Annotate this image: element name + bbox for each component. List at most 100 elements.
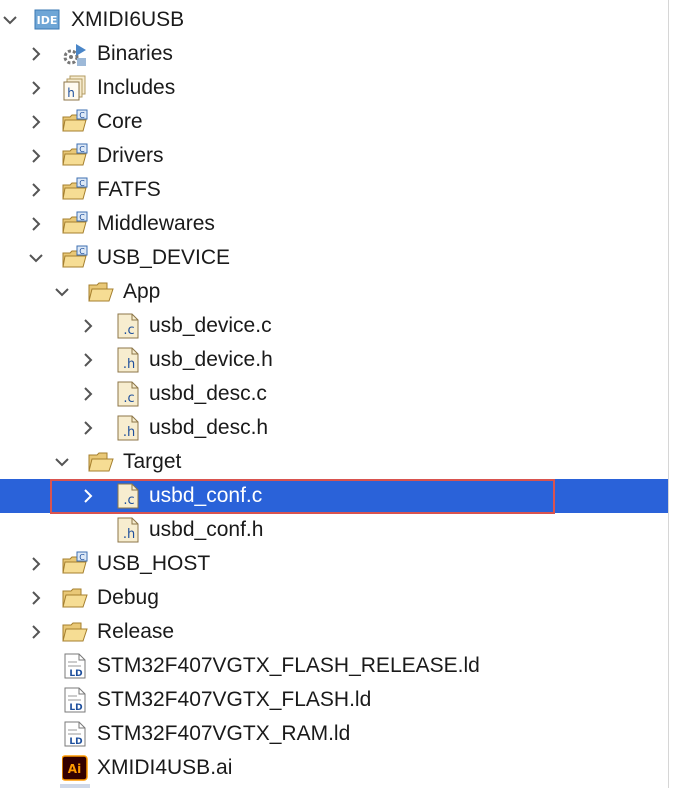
source-folder-icon: C xyxy=(62,109,88,135)
svg-text:C: C xyxy=(79,247,85,256)
svg-text:.h: .h xyxy=(123,357,135,372)
ld-file-icon: LD xyxy=(62,721,88,747)
tree-row-usbd-conf-h[interactable]: .h usbd_conf.h xyxy=(0,513,668,547)
tree-row-label: usbd_conf.h xyxy=(149,518,264,541)
tree-row-usb-device[interactable]: C USB_DEVICE xyxy=(0,241,668,275)
svg-text:h: h xyxy=(67,86,75,100)
illustrator-file-icon: Ai xyxy=(62,755,88,781)
tree-row-label: usbd_conf.c xyxy=(149,484,263,507)
chevron-right-icon[interactable] xyxy=(26,581,46,615)
tree-row-label: XMIDI6USB xyxy=(71,8,185,31)
tree-row-label: App xyxy=(123,280,161,303)
ide-project-icon: IDE xyxy=(34,7,60,33)
chevron-right-icon[interactable] xyxy=(78,309,98,343)
tree-row-debug[interactable]: Debug xyxy=(0,581,668,615)
source-folder-icon: C xyxy=(62,143,88,169)
svg-text:.c: .c xyxy=(123,493,134,508)
chevron-right-icon[interactable] xyxy=(26,37,46,71)
svg-text:C: C xyxy=(79,145,85,154)
partial-row-hint xyxy=(60,784,90,788)
tree-row-binaries[interactable]: Binaries xyxy=(0,37,668,71)
tree-row-app[interactable]: App xyxy=(0,275,668,309)
tree-row-label: usb_device.h xyxy=(149,348,273,371)
tree-row-ld-ram[interactable]: LD STM32F407VGTX_RAM.ld xyxy=(0,717,668,751)
tree-row-label: FATFS xyxy=(97,178,161,201)
chevron-right-icon[interactable] xyxy=(26,139,46,173)
svg-text:C: C xyxy=(79,111,85,120)
tree-row-usbd-desc-c[interactable]: .c usbd_desc.c xyxy=(0,377,668,411)
tree-row-usb-host[interactable]: C USB_HOST xyxy=(0,547,668,581)
tree-row-label: STM32F407VGTX_RAM.ld xyxy=(97,722,351,745)
chevron-right-icon[interactable] xyxy=(26,71,46,105)
chevron-right-icon[interactable] xyxy=(26,173,46,207)
tree-row-ld-flash[interactable]: LD STM32F407VGTX_FLASH.ld xyxy=(0,683,668,717)
chevron-right-icon[interactable] xyxy=(78,377,98,411)
svg-text:.c: .c xyxy=(123,323,134,338)
source-folder-icon: C xyxy=(62,211,88,237)
svg-text:.h: .h xyxy=(123,527,135,542)
ld-file-icon: LD xyxy=(62,687,88,713)
tree-row-label: STM32F407VGTX_FLASH.ld xyxy=(97,688,372,711)
chevron-down-icon[interactable] xyxy=(52,275,72,309)
tree-row-usb-device-c[interactable]: .c usb_device.c xyxy=(0,309,668,343)
tree-row-usb-device-h[interactable]: .h usb_device.h xyxy=(0,343,668,377)
chevron-down-icon[interactable] xyxy=(26,241,46,275)
chevron-down-icon[interactable] xyxy=(0,3,20,37)
c-file-icon: .c xyxy=(115,483,141,509)
chevron-down-icon[interactable] xyxy=(52,445,72,479)
svg-text:Ai: Ai xyxy=(68,762,81,776)
chevron-right-icon[interactable] xyxy=(26,207,46,241)
svg-text:C: C xyxy=(79,179,85,188)
tree-row-xmidi4usb-ai[interactable]: Ai XMIDI4USB.ai xyxy=(0,751,668,785)
tree-row-label: Release xyxy=(97,620,175,643)
source-folder-icon: C xyxy=(62,245,88,271)
h-file-icon: .h xyxy=(115,347,141,373)
chevron-right-icon[interactable] xyxy=(26,105,46,139)
tree-row-fatfs[interactable]: C FATFS xyxy=(0,173,668,207)
tree-row-label: Middlewares xyxy=(97,212,215,235)
folder-open-icon xyxy=(62,619,88,645)
folder-open-icon xyxy=(88,279,114,305)
ld-file-icon: LD xyxy=(62,653,88,679)
svg-text:.c: .c xyxy=(123,391,134,406)
tree-row-label: Includes xyxy=(97,76,176,99)
tree-row-label: usbd_desc.c xyxy=(149,382,267,405)
tree-row-usbd-desc-h[interactable]: .h usbd_desc.h xyxy=(0,411,668,445)
chevron-right-icon[interactable] xyxy=(78,411,98,445)
tree-row-label: usb_device.c xyxy=(149,314,272,337)
source-folder-icon: C xyxy=(62,177,88,203)
tree-row-release[interactable]: Release xyxy=(0,615,668,649)
chevron-right-icon[interactable] xyxy=(78,479,98,513)
panel-divider xyxy=(668,0,669,788)
chevron-right-icon[interactable] xyxy=(26,547,46,581)
tree-row-target[interactable]: Target xyxy=(0,445,668,479)
tree-row-label: Debug xyxy=(97,586,159,609)
h-file-icon: .h xyxy=(115,415,141,441)
c-file-icon: .c xyxy=(115,381,141,407)
tree-row-label: Binaries xyxy=(97,42,173,65)
tree-row-label: STM32F407VGTX_FLASH_RELEASE.ld xyxy=(97,654,480,677)
chevron-right-icon[interactable] xyxy=(26,615,46,649)
tree-row-label: Drivers xyxy=(97,144,164,167)
tree-row-label: XMIDI4USB.ai xyxy=(97,756,233,779)
tree-row-core[interactable]: C Core xyxy=(0,105,668,139)
tree-row-label: Core xyxy=(97,110,143,133)
tree-row-usbd-conf-c[interactable]: .c usbd_conf.c xyxy=(0,479,668,513)
svg-text:C: C xyxy=(79,553,85,562)
svg-text:LD: LD xyxy=(69,669,82,679)
h-file-icon: .h xyxy=(115,517,141,543)
tree-row-label: Target xyxy=(123,450,182,473)
svg-text:LD: LD xyxy=(69,703,82,713)
tree-row-label: USB_DEVICE xyxy=(97,246,231,269)
svg-text:.h: .h xyxy=(123,425,135,440)
tree-row-xmidi6usb[interactable]: IDE XMIDI6USB xyxy=(0,3,668,37)
tree-row-drivers[interactable]: C Drivers xyxy=(0,139,668,173)
tree-row-ld-flash-release[interactable]: LD STM32F407VGTX_FLASH_RELEASE.ld xyxy=(0,649,668,683)
chevron-right-icon[interactable] xyxy=(78,343,98,377)
folder-open-icon xyxy=(62,585,88,611)
tree-row-includes[interactable]: h Includes xyxy=(0,71,668,105)
tree-row-middlewares[interactable]: C Middlewares xyxy=(0,207,668,241)
svg-text:IDE: IDE xyxy=(37,14,58,27)
svg-text:C: C xyxy=(79,213,85,222)
folder-open-icon xyxy=(88,449,114,475)
